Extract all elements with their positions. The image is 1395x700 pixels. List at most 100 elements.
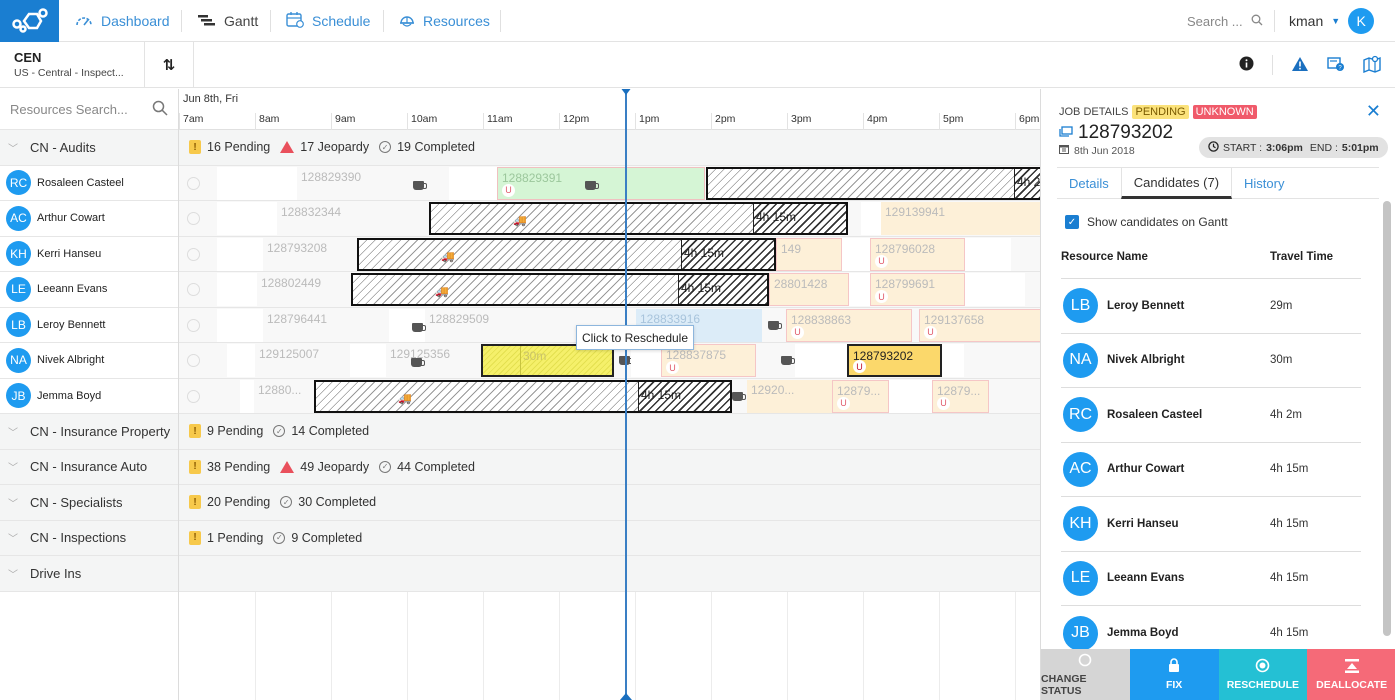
panel-scrollbar[interactable]	[1383, 201, 1391, 636]
sort-button[interactable]: ⇅	[144, 42, 194, 88]
candidates-table-header: Resource Name Travel Time	[1061, 251, 1361, 279]
job-block[interactable]: 129139941	[881, 202, 1040, 235]
job-block[interactable]: 28801428	[769, 273, 849, 306]
tab-candidates[interactable]: Candidates (7)	[1120, 168, 1233, 199]
selected-job-block[interactable]: 128793202 U	[847, 344, 942, 377]
current-time-line[interactable]	[625, 89, 627, 700]
gap-block	[350, 344, 386, 377]
break-cup-icon	[768, 320, 782, 330]
deallocate-button[interactable]: DEALLOCATE	[1307, 649, 1395, 700]
truck-icon: 🚚	[513, 215, 527, 227]
job-block[interactable]: 128838863 U	[786, 308, 912, 342]
unassigned-badge: U	[875, 254, 888, 268]
job-block[interactable]: 12879... U	[932, 379, 989, 413]
group-row-cn-audits[interactable]: ﹀ CN - Audits	[0, 130, 178, 166]
tab-details[interactable]: Details	[1057, 168, 1121, 199]
gap-block	[217, 202, 277, 235]
resource-row[interactable]: LB Leroy Bennett	[0, 308, 178, 343]
chevron-down-icon: ﹀	[8, 427, 18, 439]
job-block[interactable]: 12879... U	[832, 379, 889, 413]
resource-row[interactable]: KH Kerri Hanseu	[0, 237, 178, 272]
job-block[interactable]: 128829509	[425, 309, 570, 342]
truck-icon: 🚚	[441, 250, 455, 263]
current-time-marker-top[interactable]	[620, 89, 632, 95]
map-pin-icon[interactable]	[1363, 55, 1381, 76]
job-block[interactable]: 128793208	[263, 238, 357, 271]
show-candidates-toggle[interactable]: ✓ Show candidates on Gantt	[1065, 215, 1228, 229]
group-row-drive-ins[interactable]: ﹀ Drive Ins	[0, 556, 178, 592]
chevron-down-icon: ﹀	[8, 498, 18, 510]
resource-row[interactable]: NA Nivek Albright	[0, 343, 178, 379]
candidate-travel-block[interactable]: 🚚 4h 15m	[429, 202, 848, 235]
close-icon[interactable]: ✕	[1366, 101, 1381, 122]
completed-icon: ✓	[280, 496, 293, 509]
job-block[interactable]: 12880...	[254, 380, 314, 413]
change-status-button[interactable]: CHANGE STATUS	[1041, 649, 1130, 700]
region-toolbar: CEN US - Central - Inspect... ⇅ ?	[0, 42, 1395, 88]
global-search[interactable]: Search ...	[1187, 0, 1263, 42]
truck-icon: 🚚	[398, 392, 412, 405]
candidate-row[interactable]: LB Leroy Bennett 29m	[1061, 279, 1361, 334]
reschedule-button[interactable]: RESCHEDULE	[1218, 649, 1308, 700]
nav-gantt[interactable]: Gantt	[198, 0, 258, 42]
pending-icon: !	[189, 459, 201, 474]
job-block[interactable]: 128796028 U	[870, 237, 965, 271]
job-block[interactable]: 128802449	[257, 273, 351, 306]
job-block[interactable]: 128796441	[263, 309, 389, 342]
hour-label: 12pm	[559, 113, 589, 130]
job-help-icon[interactable]: ?	[1327, 56, 1345, 75]
info-icon[interactable]	[1239, 56, 1254, 74]
job-block[interactable]: 129137658 U	[919, 308, 1040, 342]
resource-row[interactable]: AC Arthur Cowart	[0, 201, 178, 237]
candidate-travel-block[interactable]: 🚚 4h 15m	[351, 273, 769, 306]
checkbox-checked-icon[interactable]: ✓	[1065, 215, 1079, 229]
current-time-marker-bottom[interactable]	[620, 693, 632, 700]
job-block[interactable]: 129125356	[386, 344, 481, 377]
tab-history[interactable]: History	[1232, 168, 1296, 199]
copy-window-icon[interactable]	[1059, 122, 1073, 144]
resource-row[interactable]: JB Jemma Boyd	[0, 379, 178, 414]
job-block[interactable]: 12920...	[747, 379, 832, 413]
hour-label: 4pm	[863, 113, 887, 130]
gauge-icon	[75, 13, 93, 30]
completed-icon: ✓	[273, 425, 286, 438]
group-row-insurance-property[interactable]: ﹀ CN - Insurance Property	[0, 414, 178, 450]
job-block[interactable]: 128799691 U	[870, 273, 965, 306]
candidate-row[interactable]: LE Leeann Evans 4h 15m	[1061, 552, 1361, 606]
job-block[interactable]: 128832344	[277, 202, 429, 235]
candidate-row[interactable]: NA Nivek Albright 30m	[1061, 334, 1361, 388]
nav-dashboard[interactable]: Dashboard	[75, 0, 170, 42]
candidate-travel-block[interactable]: 🚚 4h 15m	[357, 237, 776, 271]
fix-button[interactable]: FIX	[1129, 649, 1219, 700]
job-block[interactable]: 129125007	[255, 344, 350, 377]
avatar: AC	[1063, 451, 1098, 487]
candidate-row[interactable]: KH Kerri Hanseu 4h 15m	[1061, 497, 1361, 552]
candidate-row[interactable]: AC Arthur Cowart 4h 15m	[1061, 443, 1361, 497]
job-block-selected-origin[interactable]: 128829391 U	[497, 166, 705, 200]
candidate-travel-block[interactable]: 4h 2	[706, 166, 1040, 200]
resource-row[interactable]: RC Rosaleen Casteel	[0, 166, 178, 201]
panel-title: JOB DETAILS	[1059, 106, 1129, 118]
resource-row[interactable]: LE Leeann Evans	[0, 272, 178, 308]
nav-schedule[interactable]: Schedule	[286, 0, 370, 42]
group-row-insurance-auto[interactable]: ﹀ CN - Insurance Auto	[0, 449, 178, 485]
group-row-inspections[interactable]: ﹀ CN - Inspections	[0, 520, 178, 556]
app-logo[interactable]	[0, 0, 59, 42]
group-row-specialists[interactable]: ﹀ CN - Specialists	[0, 485, 178, 521]
resource-list: Resources Search... ﹀ CN - Audits RC Rosa…	[0, 89, 179, 700]
warning-icon[interactable]	[1291, 56, 1309, 75]
user-avatar[interactable]: K	[1348, 8, 1375, 34]
nav-resources[interactable]: Resources	[399, 0, 490, 42]
resources-search-input[interactable]: Resources Search...	[0, 89, 178, 130]
gap-block	[227, 344, 255, 377]
break-cup-icon	[585, 180, 599, 190]
avatar: LE	[1063, 560, 1098, 596]
candidate-travel-block[interactable]: 🚚 4h 15m	[314, 379, 732, 413]
unassigned-badge: U	[837, 396, 850, 410]
candidate-row[interactable]: RC Rosaleen Casteel 4h 2m	[1061, 388, 1361, 443]
user-menu[interactable]: kman ▼ K	[1289, 0, 1375, 42]
job-block[interactable]: 149	[776, 237, 842, 271]
region-selector[interactable]: CEN US - Central - Inspect...	[14, 50, 124, 79]
chevron-down-icon: ﹀	[8, 569, 18, 581]
panel-tabs: Details Candidates (7) History	[1057, 167, 1379, 199]
